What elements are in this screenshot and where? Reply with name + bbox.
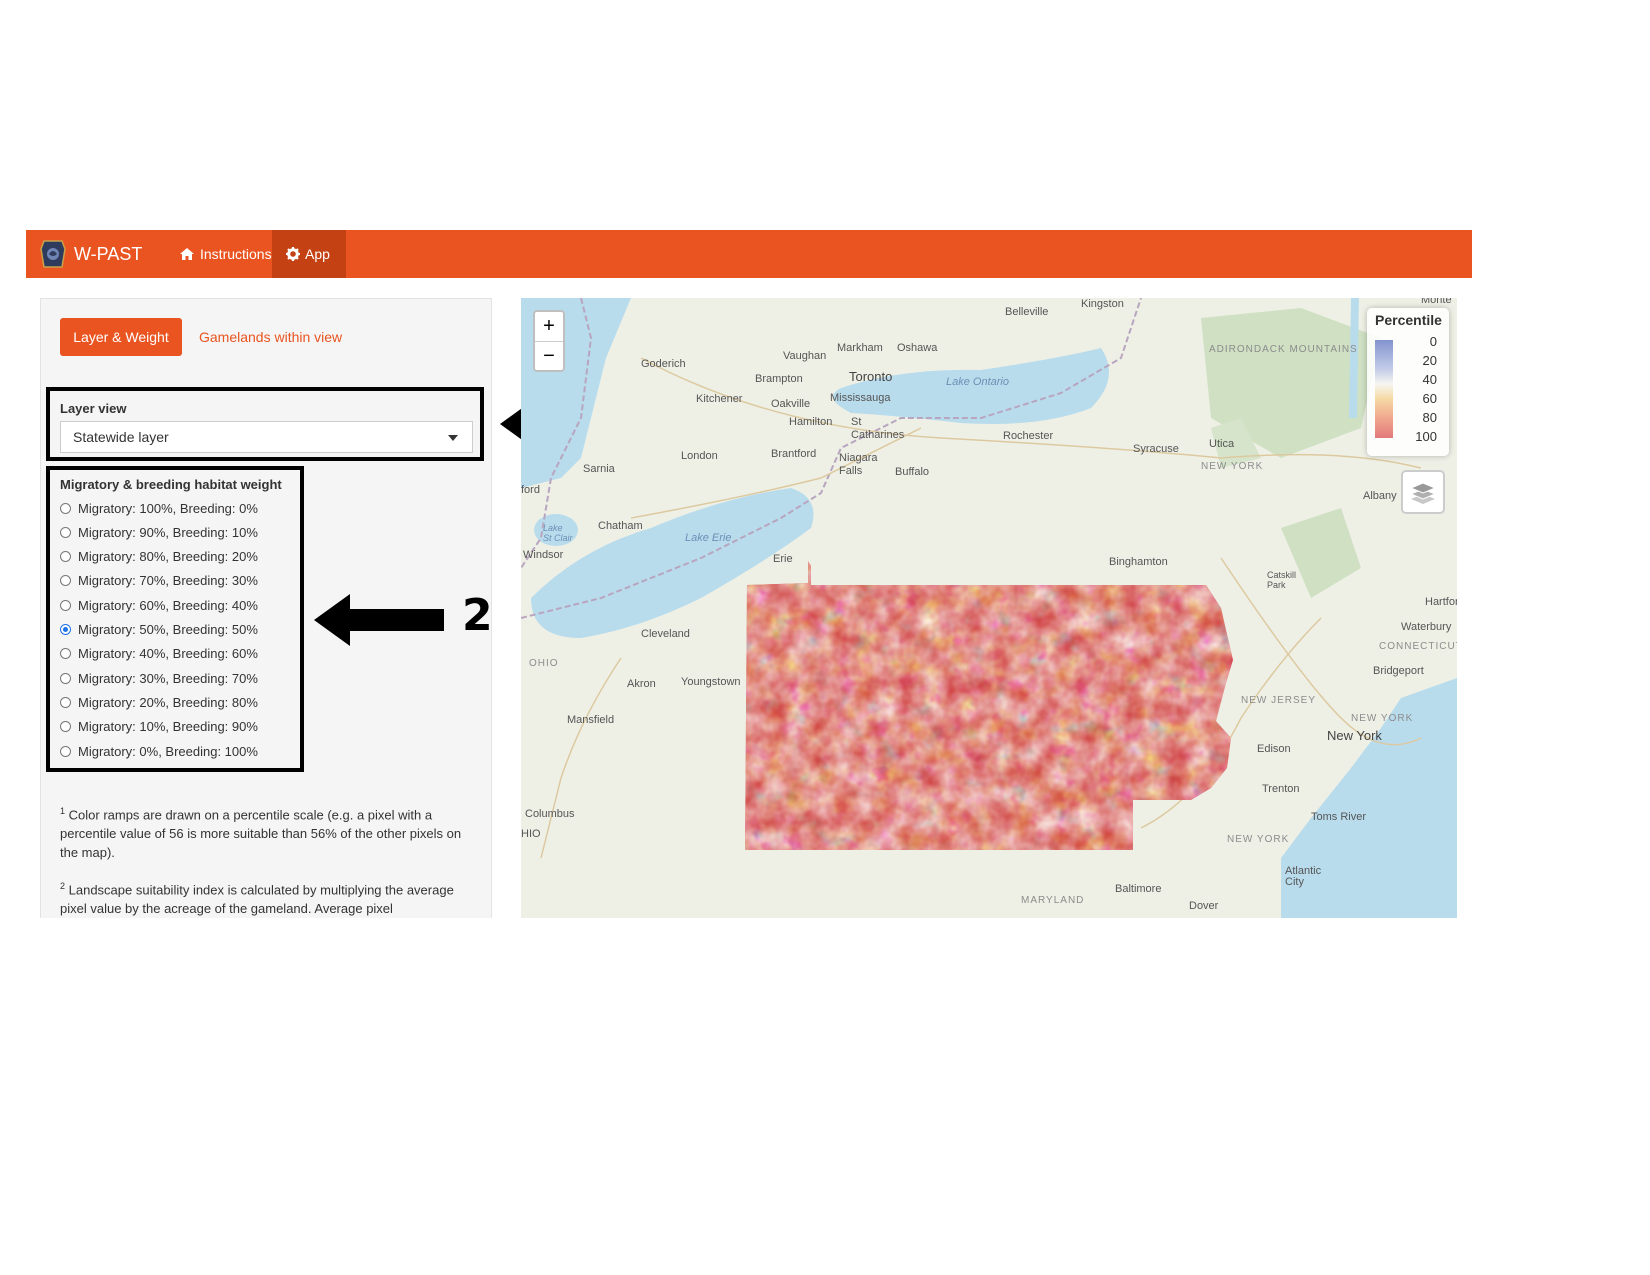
legend-tick: 40 bbox=[1422, 372, 1437, 387]
basemap bbox=[521, 298, 1457, 918]
place-label: Akron bbox=[627, 678, 656, 690]
annotation-box-2 bbox=[46, 466, 304, 772]
layers-button[interactable] bbox=[1401, 470, 1445, 514]
place-label: Mississauga bbox=[830, 392, 891, 404]
place-label: Binghamton bbox=[1109, 556, 1168, 568]
map-view[interactable]: Belleville Kingston Goderich Vaughan Mar… bbox=[521, 298, 1457, 918]
place-label: New York bbox=[1327, 728, 1382, 743]
place-label: Catskill Park bbox=[1267, 570, 1297, 590]
place-label: Syracuse bbox=[1133, 443, 1179, 455]
place-label: HIO bbox=[521, 828, 541, 840]
place-label: Markham bbox=[837, 342, 883, 354]
nav-instructions[interactable]: Instructions bbox=[165, 230, 286, 278]
layers-icon bbox=[1410, 482, 1436, 504]
place-label: Dover bbox=[1189, 900, 1219, 912]
place-label: NEW YORK bbox=[1351, 713, 1414, 724]
brand[interactable]: W-PAST bbox=[40, 230, 142, 278]
place-label: Erie bbox=[773, 553, 793, 565]
place-label: Oakville bbox=[771, 398, 811, 410]
place-label: Columbus bbox=[525, 808, 575, 820]
place-label: Mansfield bbox=[567, 714, 615, 726]
zoom-in-button[interactable]: + bbox=[535, 312, 563, 342]
place-label: NEW YORK bbox=[1227, 834, 1290, 845]
place-label: Vaughan bbox=[783, 350, 827, 362]
place-label: Lake St Clair bbox=[543, 523, 573, 543]
place-label: Waterbury bbox=[1401, 621, 1452, 633]
home-icon bbox=[180, 248, 194, 260]
place-label: Atlantic City bbox=[1285, 865, 1322, 888]
legend-color-ramp bbox=[1375, 340, 1393, 438]
place-label: Sarnia bbox=[583, 463, 615, 475]
place-label: Albany bbox=[1363, 490, 1397, 502]
place-label: CONNECTICUT bbox=[1379, 641, 1457, 652]
navbar: W-PAST Instructions App bbox=[26, 230, 1472, 278]
legend-tick: 20 bbox=[1422, 353, 1437, 368]
place-label: Oshawa bbox=[897, 342, 938, 354]
place-label: Buffalo bbox=[895, 466, 930, 478]
place-label: Lake Ontario bbox=[946, 376, 1009, 388]
legend-title: Percentile bbox=[1375, 312, 1442, 328]
tab-gamelands-within-view[interactable]: Gamelands within view bbox=[199, 318, 342, 356]
brand-title: W-PAST bbox=[74, 243, 143, 264]
place-label: NEW YORK bbox=[1201, 461, 1264, 472]
place-label: Kingston bbox=[1081, 298, 1124, 310]
place-label: Brampton bbox=[755, 373, 803, 385]
footnote-1-text: Color ramps are drawn on a percentile sc… bbox=[60, 807, 462, 861]
keystone-logo-icon bbox=[40, 240, 66, 268]
place-label: Goderich bbox=[641, 358, 686, 370]
gear-icon bbox=[286, 247, 300, 261]
place-label: Hamilton bbox=[789, 416, 833, 428]
place-label: Youngstown bbox=[681, 676, 741, 688]
nav-app-label: App bbox=[305, 246, 330, 262]
tab-layer-weight[interactable]: Layer & Weight bbox=[60, 318, 182, 356]
place-label: Baltimore bbox=[1115, 883, 1162, 895]
place-label: NEW JERSEY bbox=[1241, 695, 1317, 706]
nav-app[interactable]: App bbox=[272, 230, 346, 278]
place-label: Windsor bbox=[523, 549, 564, 561]
place-label: Rochester bbox=[1003, 430, 1054, 442]
legend-tick: 0 bbox=[1429, 334, 1437, 349]
place-label: Hartford bbox=[1425, 596, 1457, 608]
place-label: Edison bbox=[1257, 743, 1291, 755]
place-label: Niagara Falls bbox=[839, 452, 878, 477]
footnote-1-marker: 1 bbox=[60, 806, 66, 816]
footnote-2-text: Landscape suitability index is calculate… bbox=[60, 882, 454, 917]
legend-tick: 80 bbox=[1422, 410, 1437, 425]
annotation-number-2: 2 bbox=[462, 590, 493, 641]
arrow-left-icon bbox=[314, 594, 444, 646]
place-label: St Catharines bbox=[851, 416, 905, 441]
place-label: Bridgeport bbox=[1373, 665, 1424, 677]
place-label: Toronto bbox=[849, 369, 893, 384]
place-label: Belleville bbox=[1005, 306, 1049, 318]
nav-instructions-label: Instructions bbox=[200, 246, 272, 262]
footnote-2-marker: 2 bbox=[60, 881, 66, 891]
footnote-1: 1 Color ramps are drawn on a percentile … bbox=[60, 802, 475, 862]
place-label: OHIO bbox=[529, 658, 559, 669]
place-label: Toms River bbox=[1311, 811, 1367, 823]
zoom-control: + − bbox=[533, 310, 565, 372]
legend-tick: 60 bbox=[1422, 391, 1437, 406]
legend-tick: 100 bbox=[1415, 429, 1437, 444]
place-label: Monte bbox=[1421, 298, 1452, 306]
place-label: Chatham bbox=[598, 520, 643, 532]
place-label: Utica bbox=[1209, 438, 1235, 450]
zoom-out-button[interactable]: − bbox=[535, 342, 563, 371]
place-label: Lake Erie bbox=[685, 532, 732, 544]
map-legend: Percentile 0 20 40 60 80 100 bbox=[1367, 308, 1449, 456]
footnote-2: 2 Landscape suitability index is calcula… bbox=[60, 877, 475, 918]
place-label: ford bbox=[521, 484, 540, 496]
place-label: Brantford bbox=[771, 448, 817, 460]
annotation-box-1 bbox=[46, 387, 484, 461]
place-label: Cleveland bbox=[641, 628, 690, 640]
place-label: ADIRONDACK MOUNTAINS bbox=[1209, 344, 1358, 355]
place-label: London bbox=[681, 450, 718, 462]
place-label: Trenton bbox=[1262, 783, 1300, 795]
place-label: MARYLAND bbox=[1021, 895, 1085, 906]
place-label: Kitchener bbox=[696, 393, 743, 405]
